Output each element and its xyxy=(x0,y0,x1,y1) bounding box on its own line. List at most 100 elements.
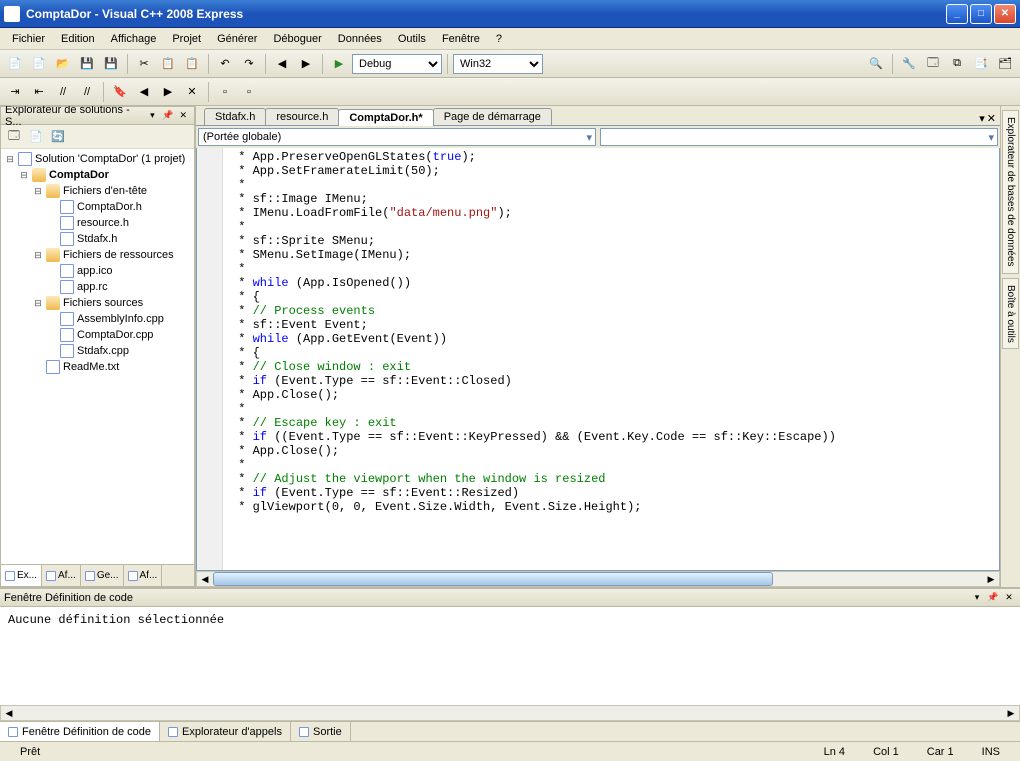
save-all-button[interactable]: 💾 xyxy=(100,53,122,75)
bottom-tab[interactable]: Sortie xyxy=(291,722,351,741)
dropdown-icon[interactable]: ▾ xyxy=(970,591,984,605)
dropdown-icon[interactable]: ▾ xyxy=(146,109,159,123)
toolbox-tab[interactable]: Boîte à outils xyxy=(1002,278,1019,350)
solution-toolbar: 🗔 📄 🔄 xyxy=(1,125,194,149)
show-all-button[interactable]: 📄 xyxy=(27,128,45,146)
doc-tab[interactable]: resource.h xyxy=(265,108,339,125)
bookmark-button[interactable]: 🔖 xyxy=(109,81,131,103)
class-view-button[interactable]: 📑 xyxy=(970,53,992,75)
solution-tree[interactable]: ⊟Solution 'ComptaDor' (1 projet)⊟ComptaD… xyxy=(1,149,194,564)
paste-button[interactable]: 📋 xyxy=(181,53,203,75)
scope-combo-right[interactable] xyxy=(600,128,998,146)
status-char: Car 1 xyxy=(913,746,968,758)
menu-?[interactable]: ? xyxy=(488,31,510,47)
close-icon[interactable]: ✕ xyxy=(1002,591,1016,605)
side-tab[interactable]: Af... xyxy=(42,565,81,586)
doc-tab[interactable]: Page de démarrage xyxy=(433,108,552,125)
menu-edition[interactable]: Edition xyxy=(53,31,103,47)
save-button[interactable]: 💾 xyxy=(76,53,98,75)
bottom-tab[interactable]: Explorateur d'appels xyxy=(160,722,291,741)
maximize-button[interactable]: □ xyxy=(970,4,992,24)
code-editor[interactable]: * App.PreserveOpenGLStates(true); * App.… xyxy=(196,148,1000,571)
solution-button[interactable]: 🗂 xyxy=(994,53,1016,75)
pin-icon[interactable]: 📌 xyxy=(161,109,174,123)
obj-browser-button[interactable]: ⧉ xyxy=(946,53,968,75)
tree-item[interactable]: ComptaDor.cpp xyxy=(5,327,190,343)
outdent-button[interactable]: ⇤ xyxy=(28,81,50,103)
side-tab[interactable]: Ex... xyxy=(1,565,42,586)
tree-item[interactable]: app.ico xyxy=(5,263,190,279)
scroll-left-icon[interactable]: ◀ xyxy=(197,572,213,586)
redo-button[interactable]: ↷ xyxy=(238,53,260,75)
open-button[interactable]: 📂 xyxy=(52,53,74,75)
doc-tab[interactable]: ComptaDor.h* xyxy=(338,109,433,126)
misc-button[interactable]: ▫ xyxy=(214,81,236,103)
tree-item[interactable]: AssemblyInfo.cpp xyxy=(5,311,190,327)
horizontal-scrollbar[interactable]: ◀ ▶ xyxy=(196,571,1000,587)
tree-item[interactable]: Stdafx.h xyxy=(5,231,190,247)
start-debug-button[interactable]: ▶ xyxy=(328,53,350,75)
copy-button[interactable]: 📋 xyxy=(157,53,179,75)
find-button[interactable]: 🔍 xyxy=(865,53,887,75)
tree-item[interactable]: ReadMe.txt xyxy=(5,359,190,375)
minimize-button[interactable]: _ xyxy=(946,4,968,24)
tree-item[interactable]: ⊟Fichiers d'en-tête xyxy=(5,183,190,199)
definition-content: Aucune définition sélectionnée xyxy=(0,607,1020,705)
misc2-button[interactable]: ▫ xyxy=(238,81,260,103)
scope-combo-left[interactable]: (Portée globale) xyxy=(198,128,596,146)
add-item-button[interactable]: 📄 xyxy=(28,53,50,75)
pin-icon[interactable]: 📌 xyxy=(986,591,1000,605)
code-content[interactable]: * App.PreserveOpenGLStates(true); * App.… xyxy=(223,148,999,570)
menu-fenêtre[interactable]: Fenêtre xyxy=(434,31,488,47)
side-tab[interactable]: Ge... xyxy=(81,565,124,586)
tree-item[interactable]: ⊟Fichiers sources xyxy=(5,295,190,311)
menu-déboguer[interactable]: Déboguer xyxy=(265,31,329,47)
scroll-right-icon[interactable]: ▶ xyxy=(1003,706,1019,720)
tree-item[interactable]: ⊟Fichiers de ressources xyxy=(5,247,190,263)
cut-button[interactable]: ✂ xyxy=(133,53,155,75)
db-explorer-tab[interactable]: Explorateur de bases de données xyxy=(1002,110,1019,274)
menu-données[interactable]: Données xyxy=(330,31,390,47)
close-button[interactable]: ✕ xyxy=(994,4,1016,24)
tree-item[interactable]: ComptaDor.h xyxy=(5,199,190,215)
tree-item[interactable]: ⊟ComptaDor xyxy=(5,167,190,183)
indent-button[interactable]: ⇥ xyxy=(4,81,26,103)
bookmark-prev-button[interactable]: ◀ xyxy=(133,81,155,103)
tab-close-icon[interactable]: ✕ xyxy=(987,112,996,125)
horizontal-scrollbar[interactable]: ◀ ▶ xyxy=(0,705,1020,721)
menu-outils[interactable]: Outils xyxy=(390,31,434,47)
comment-button[interactable]: // xyxy=(52,81,74,103)
uncomment-button[interactable]: // xyxy=(76,81,98,103)
tree-item[interactable]: Stdafx.cpp xyxy=(5,343,190,359)
menu-projet[interactable]: Projet xyxy=(164,31,209,47)
bottom-tab[interactable]: Fenêtre Définition de code xyxy=(0,722,160,741)
close-icon[interactable]: ✕ xyxy=(177,109,190,123)
scroll-right-icon[interactable]: ▶ xyxy=(983,572,999,586)
toolbox-button[interactable]: 🔧 xyxy=(898,53,920,75)
undo-button[interactable]: ↶ xyxy=(214,53,236,75)
menu-fichier[interactable]: Fichier xyxy=(4,31,53,47)
bookmark-clear-button[interactable]: ✕ xyxy=(181,81,203,103)
config-combo[interactable]: Debug xyxy=(352,54,442,74)
menu-affichage[interactable]: Affichage xyxy=(103,31,165,47)
platform-combo[interactable]: Win32 xyxy=(453,54,543,74)
code-definition-panel: Fenêtre Définition de code ▾ 📌 ✕ Aucune … xyxy=(0,587,1020,741)
refresh-button[interactable]: 🔄 xyxy=(49,128,67,146)
tab-dropdown-icon[interactable]: ▾ xyxy=(979,112,985,125)
properties-button[interactable]: 🗔 xyxy=(5,128,23,146)
scroll-left-icon[interactable]: ◀ xyxy=(1,706,17,720)
tree-item[interactable]: resource.h xyxy=(5,215,190,231)
scroll-thumb[interactable] xyxy=(213,572,773,586)
doc-tab[interactable]: Stdafx.h xyxy=(204,108,266,125)
right-strip: Explorateur de bases de données Boîte à … xyxy=(1000,106,1020,587)
nav-fwd-button[interactable]: ▶ xyxy=(295,53,317,75)
side-tab[interactable]: Af... xyxy=(124,565,163,586)
nav-back-button[interactable]: ◀ xyxy=(271,53,293,75)
properties-button[interactable]: 🗔 xyxy=(922,53,944,75)
menu-générer[interactable]: Générer xyxy=(209,31,265,47)
tree-item[interactable]: ⊟Solution 'ComptaDor' (1 projet) xyxy=(5,151,190,167)
bookmark-next-button[interactable]: ▶ xyxy=(157,81,179,103)
bottom-tabs: Fenêtre Définition de codeExplorateur d'… xyxy=(0,721,1020,741)
new-project-button[interactable]: 📄 xyxy=(4,53,26,75)
tree-item[interactable]: app.rc xyxy=(5,279,190,295)
